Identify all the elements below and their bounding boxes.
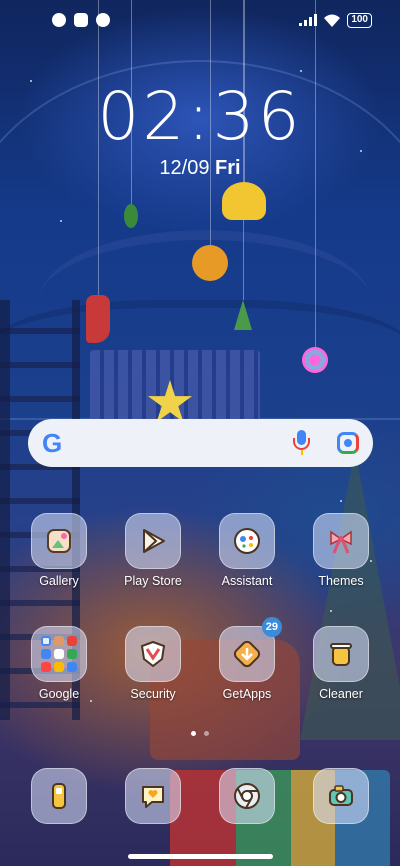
- play-store-icon: [125, 513, 181, 569]
- page-dot: [204, 731, 209, 736]
- sparkle: [300, 70, 302, 72]
- camera-icon: [313, 768, 369, 824]
- assistant-icon: [219, 513, 275, 569]
- app-label: GetApps: [222, 687, 272, 701]
- app-gallery[interactable]: Gallery: [12, 513, 106, 588]
- app-play-store[interactable]: Play Store: [106, 513, 200, 588]
- google-logo-icon: G: [42, 428, 63, 458]
- sparkle: [340, 500, 342, 502]
- chrome-icon: [219, 768, 275, 824]
- dock-chrome[interactable]: [200, 768, 294, 824]
- app-label: Security: [130, 687, 176, 701]
- notification-badge: 29: [261, 617, 282, 637]
- app-label: Themes: [318, 574, 364, 588]
- stocking-ornament-icon: [86, 295, 110, 343]
- dock-camera[interactable]: [294, 768, 388, 824]
- microphone-icon[interactable]: [291, 430, 313, 456]
- notification-icon: [52, 13, 66, 27]
- date-text: 12/09: [159, 157, 210, 179]
- signal-icon: [299, 14, 318, 26]
- app-cleaner[interactable]: Cleaner: [294, 626, 388, 701]
- notification-icon: [96, 13, 110, 27]
- app-label: Cleaner: [319, 687, 363, 701]
- home-indicator[interactable]: [128, 854, 273, 859]
- app-google-folder[interactable]: Google: [12, 626, 106, 701]
- app-label: Google: [38, 687, 80, 701]
- status-right: 100: [299, 12, 372, 28]
- app-getapps[interactable]: 29 GetApps: [200, 617, 294, 701]
- trash-icon: [313, 626, 369, 682]
- download-icon: 29: [219, 617, 282, 682]
- shield-icon: [125, 626, 181, 682]
- sparkle: [330, 610, 332, 612]
- battery-icon: 100: [347, 12, 372, 28]
- status-left: [52, 13, 110, 27]
- app-label: Assistant: [221, 574, 273, 588]
- ribbon-icon: [313, 513, 369, 569]
- folder-grid: [41, 636, 77, 672]
- status-bar: 100: [0, 0, 400, 40]
- app-assistant[interactable]: Assistant: [200, 513, 294, 588]
- app-security[interactable]: Security: [106, 626, 200, 701]
- ball-ornament-icon: [192, 245, 228, 281]
- sparkle: [60, 220, 62, 222]
- app-themes[interactable]: Themes: [294, 513, 388, 588]
- page-dot-active: [191, 731, 196, 736]
- phone-icon: [31, 768, 87, 824]
- message-icon: [125, 768, 181, 824]
- google-search-bar[interactable]: G: [28, 419, 373, 467]
- lollipop-ornament-icon: [302, 347, 328, 373]
- tree-ornament-icon: [234, 300, 252, 330]
- dock-phone[interactable]: [12, 768, 106, 824]
- app-label: Gallery: [39, 574, 79, 588]
- weekday-text: Fri: [215, 157, 241, 179]
- square-icon: [74, 13, 88, 27]
- leaf-ornament-icon: [124, 204, 138, 228]
- clock-date[interactable]: 12/09 Fri: [0, 157, 400, 180]
- page-indicator[interactable]: [0, 731, 400, 736]
- wifi-icon: [324, 14, 341, 27]
- folder-icon: [31, 626, 87, 682]
- lens-icon[interactable]: [337, 432, 359, 454]
- dock-messages[interactable]: [106, 768, 200, 824]
- bell-ornament-icon: [222, 182, 266, 220]
- gallery-icon: [31, 513, 87, 569]
- app-label: Play Store: [124, 574, 182, 588]
- clock-time[interactable]: 02:36: [0, 78, 400, 155]
